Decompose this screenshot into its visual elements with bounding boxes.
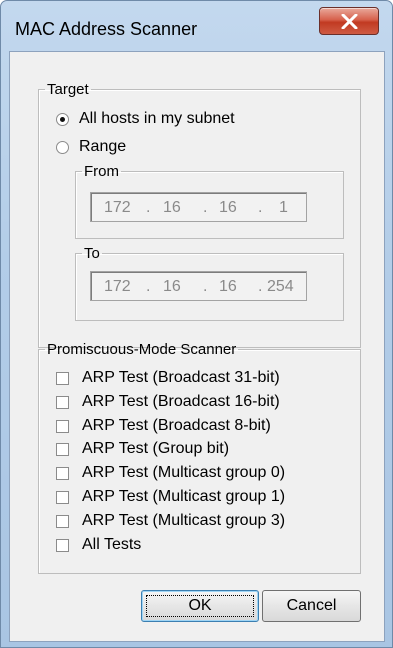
from-legend: From xyxy=(84,163,119,180)
all-hosts-radio[interactable]: All hosts in my subnet xyxy=(56,109,235,129)
from-octet-4: 1 xyxy=(279,199,288,216)
to-octet-2: 16 xyxy=(163,278,181,295)
title-bar[interactable]: MAC Address Scanner xyxy=(1,1,392,51)
radio-selected-indicator xyxy=(56,112,69,126)
arp-multicast-3-checkbox[interactable]: ARP Test (Multicast group 3) xyxy=(56,511,285,531)
focus-rectangle xyxy=(146,595,254,617)
from-ip-field[interactable]: 172 . 16 . 16 . 1 xyxy=(90,192,307,222)
dialog-body: Target All hosts in my subnet Range From… xyxy=(9,51,385,642)
checkbox-box xyxy=(56,371,69,385)
dialog-window: MAC Address Scanner Target All hosts in … xyxy=(0,0,393,648)
to-octet-3: 16 xyxy=(219,278,237,295)
checkbox-label: ARP Test (Multicast group 0) xyxy=(82,464,286,481)
checkbox-box xyxy=(56,442,69,456)
from-octet-2: 16 xyxy=(163,199,181,216)
all-tests-checkbox[interactable]: All Tests xyxy=(56,535,141,555)
arp-multicast-1-checkbox[interactable]: ARP Test (Multicast group 1) xyxy=(56,487,285,507)
from-octet-3: 16 xyxy=(219,199,237,216)
checkbox-label: ARP Test (Broadcast 31-bit) xyxy=(82,369,280,386)
checkbox-box xyxy=(56,395,69,409)
checkbox-label: ARP Test (Broadcast 16-bit) xyxy=(82,393,280,410)
arp-broadcast-8-checkbox[interactable]: ARP Test (Broadcast 8-bit) xyxy=(56,416,271,436)
checkbox-box xyxy=(56,514,69,528)
cancel-label: Cancel xyxy=(286,597,337,614)
from-octet-1: 172 xyxy=(104,199,131,216)
checkbox-label: ARP Test (Multicast group 3) xyxy=(82,512,286,529)
radio-unselected-indicator xyxy=(56,140,69,154)
close-icon xyxy=(341,14,358,29)
range-label: Range xyxy=(79,138,127,155)
checkbox-label: ARP Test (Multicast group 1) xyxy=(82,488,286,505)
to-ip-field[interactable]: 172 . 16 . 16 . 254 xyxy=(90,271,307,301)
arp-multicast-0-checkbox[interactable]: ARP Test (Multicast group 0) xyxy=(56,463,285,483)
cancel-button[interactable]: Cancel xyxy=(262,590,361,622)
checkbox-box xyxy=(56,466,69,480)
checkbox-box xyxy=(56,538,69,552)
to-octet-4: 254 xyxy=(267,278,294,295)
target-legend: Target xyxy=(47,81,89,98)
window-title: MAC Address Scanner xyxy=(15,19,198,39)
arp-broadcast-31-checkbox[interactable]: ARP Test (Broadcast 31-bit) xyxy=(56,368,280,388)
checkbox-box xyxy=(56,490,69,504)
to-octet-1: 172 xyxy=(104,278,131,295)
to-legend: To xyxy=(84,245,100,262)
checkbox-label: ARP Test (Broadcast 8-bit) xyxy=(82,417,271,434)
range-radio[interactable]: Range xyxy=(56,137,126,157)
all-hosts-label: All hosts in my subnet xyxy=(79,110,235,127)
checkbox-box xyxy=(56,419,69,433)
ok-button[interactable]: OK xyxy=(141,590,259,622)
close-button[interactable] xyxy=(319,7,379,35)
arp-broadcast-16-checkbox[interactable]: ARP Test (Broadcast 16-bit) xyxy=(56,392,280,412)
checkbox-label: ARP Test (Group bit) xyxy=(82,440,230,457)
promiscuous-legend: Promiscuous-Mode Scanner xyxy=(47,341,237,358)
arp-group-bit-checkbox[interactable]: ARP Test (Group bit) xyxy=(56,439,229,459)
checkbox-label: All Tests xyxy=(82,536,142,553)
